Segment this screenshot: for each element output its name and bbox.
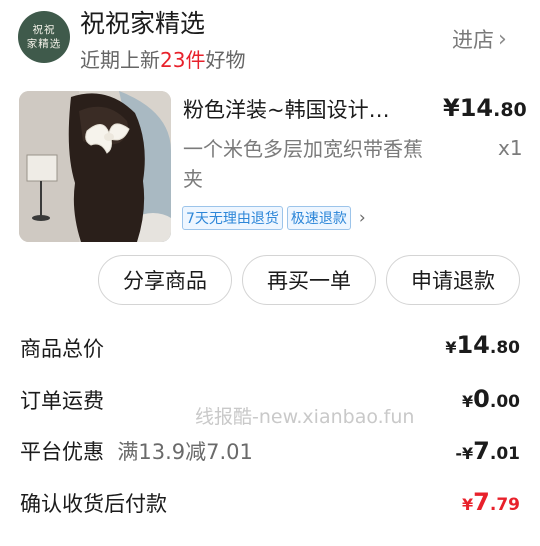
- platform-discount-label: 平台优惠: [20, 440, 104, 464]
- product-title[interactable]: 粉色洋装~韩国设计…: [183, 94, 415, 124]
- total-price-dec: .80: [489, 338, 520, 358]
- enter-store-label: 进店: [452, 28, 494, 52]
- store-sub-prefix: 近期上新: [80, 48, 160, 72]
- platform-discount-dec: .01: [489, 444, 520, 464]
- chevron-right-icon: ›: [498, 26, 507, 52]
- shipping-int: 0: [473, 385, 490, 413]
- watermark: 线报酷-new.xianbao.fun: [195, 406, 415, 428]
- shipping-currency: ¥: [462, 392, 474, 411]
- store-name[interactable]: 祝祝家精选: [80, 4, 205, 40]
- share-product-button[interactable]: 分享商品: [98, 255, 232, 305]
- product-thumbnail[interactable]: [19, 91, 171, 242]
- store-new-count: 23件: [160, 48, 206, 72]
- product-price-dec: .80: [493, 99, 527, 121]
- total-price-value: ¥14.80: [445, 331, 520, 359]
- product-price-currency: ¥: [443, 94, 460, 122]
- store-new-arrivals: 近期上新23件好物: [80, 44, 245, 73]
- service-tags[interactable]: 7天无理由退货 极速退款 ›: [182, 206, 366, 230]
- total-price-label: 商品总价: [20, 337, 104, 361]
- shipping-value: ¥0.00: [462, 385, 520, 413]
- total-price-int: 14: [456, 331, 490, 359]
- request-refund-button[interactable]: 申请退款: [386, 255, 520, 305]
- pay-currency: ¥: [462, 495, 474, 514]
- product-quantity: x1: [498, 136, 523, 160]
- pay-on-receipt-value: ¥7.79: [462, 488, 520, 516]
- pay-int: 7: [473, 488, 490, 516]
- tag-fast-refund: 极速退款: [286, 206, 351, 230]
- product-price: ¥14.80: [443, 94, 527, 122]
- product-spec: 一个米色多层加宽织带香蕉夹: [183, 137, 423, 191]
- pay-on-receipt-label: 确认收货后付款: [20, 492, 167, 516]
- shipping-dec: .00: [489, 392, 520, 412]
- store-logo[interactable]: 祝祝 家精选: [18, 11, 70, 63]
- chevron-right-icon: ›: [358, 208, 366, 228]
- platform-discount-detail: 满13.9减7.01: [117, 440, 253, 464]
- tag-7day-return: 7天无理由退货: [182, 206, 283, 230]
- store-sub-suffix: 好物: [205, 48, 246, 72]
- pay-dec: .79: [489, 495, 520, 515]
- buy-again-button[interactable]: 再买一单: [242, 255, 376, 305]
- platform-discount-row[interactable]: 平台优惠 满13.9减7.01: [20, 436, 253, 466]
- store-logo-line1: 祝祝: [32, 24, 56, 36]
- platform-discount-prefix: -¥: [455, 444, 474, 463]
- enter-store-link[interactable]: 进店 ›: [452, 24, 507, 54]
- shipping-label: 订单运费: [20, 389, 104, 413]
- platform-discount-int: 7: [473, 437, 490, 465]
- product-price-int: 14: [459, 94, 494, 122]
- product-image: [19, 91, 171, 242]
- total-price-currency: ¥: [445, 338, 457, 357]
- platform-discount-value: -¥7.01: [455, 437, 520, 465]
- store-logo-line2: 家精选: [26, 38, 62, 50]
